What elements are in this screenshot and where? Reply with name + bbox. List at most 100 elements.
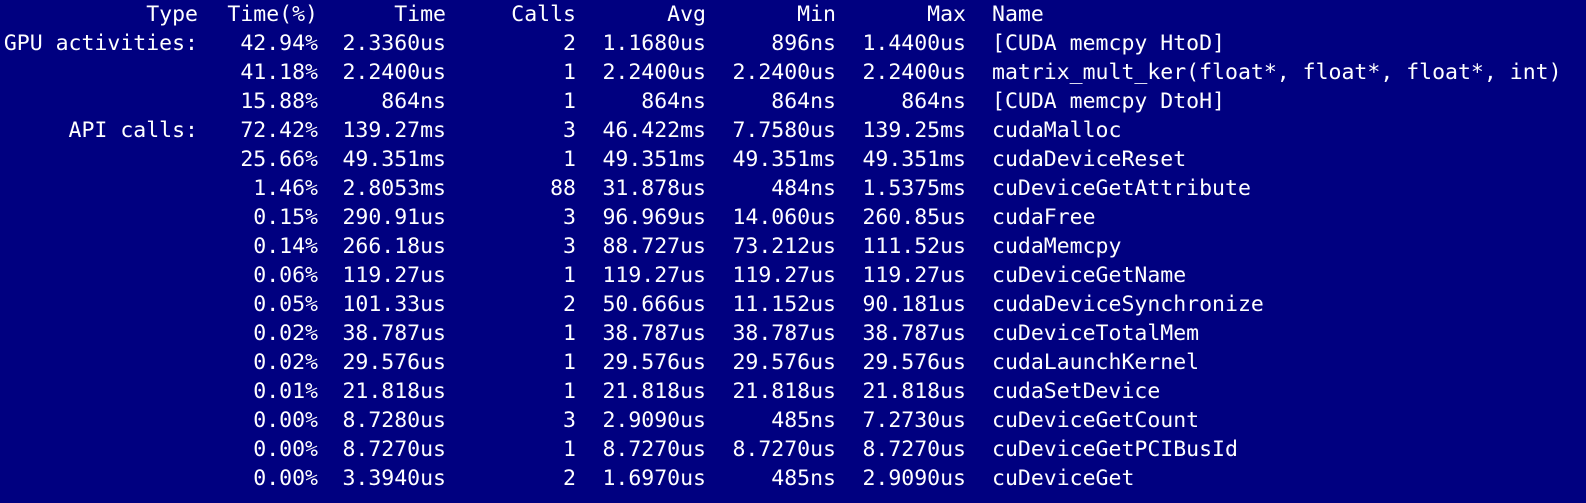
- cell-max: 7.2730us: [862, 408, 966, 433]
- cell-max: 2.9090us: [862, 466, 966, 491]
- header-calls: Calls: [511, 2, 576, 27]
- profiler-table: Type Time(%) Time Calls Avg Min Max Name…: [0, 0, 1586, 493]
- header-time: Time: [394, 2, 446, 27]
- cell-avg: 46.422ms: [602, 118, 706, 143]
- cell-name: cudaMemcpy: [992, 234, 1122, 259]
- cell-time: 2.2400us: [342, 60, 446, 85]
- cell-min: 38.787us: [732, 321, 836, 346]
- header-min: Min: [797, 2, 836, 27]
- cell-max: 111.52us: [862, 234, 966, 259]
- cell-calls: 3: [563, 234, 576, 259]
- header-time-pct: Time(%): [227, 2, 318, 27]
- cell-avg: 21.818us: [602, 379, 706, 404]
- cell-max: 139.25ms: [862, 118, 966, 143]
- table-row: 0.14% 266.18us 3 88.727us 73.212us 111.52us cu…: [0, 232, 1586, 261]
- cell-calls: 1: [563, 321, 576, 346]
- cell-time: 8.7270us: [342, 437, 446, 462]
- cell-time: 119.27us: [342, 263, 446, 288]
- cell-calls: 1: [563, 437, 576, 462]
- table-row: 41.18% 2.2400us 1 2.2400us 2.2400us 2.2400us m…: [0, 58, 1586, 87]
- cell-name: cuDeviceGetAttribute: [992, 176, 1251, 201]
- cell-name: cudaDeviceReset: [992, 147, 1187, 172]
- cell-name: cudaSetDevice: [992, 379, 1161, 404]
- cell-max: 260.85us: [862, 205, 966, 230]
- header-avg: Avg: [667, 2, 706, 27]
- cell-avg: 29.576us: [602, 350, 706, 375]
- table-row: 0.00% 3.3940us 2 1.6970us 485ns 2.9090us cuDev…: [0, 464, 1586, 493]
- header-type: Type: [146, 2, 198, 27]
- cell-min: 7.7580us: [732, 118, 836, 143]
- cell-min: 896ns: [771, 31, 836, 56]
- cell-avg: 49.351ms: [602, 147, 706, 172]
- cell-name: cuDeviceGet: [992, 466, 1135, 491]
- cell-min: 484ns: [771, 176, 836, 201]
- cell-name: cudaMalloc: [992, 118, 1122, 143]
- cell-time-pct: 1.46%: [253, 176, 318, 201]
- cell-type: API calls:: [68, 118, 198, 143]
- cell-name: cudaDeviceSynchronize: [992, 292, 1264, 317]
- cell-time-pct: 0.01%: [253, 379, 318, 404]
- cell-min: 21.818us: [732, 379, 836, 404]
- table-row: 0.00% 8.7280us 3 2.9090us 485ns 7.2730us cuDev…: [0, 406, 1586, 435]
- cell-min: 119.27us: [732, 263, 836, 288]
- cell-time-pct: 72.42%: [240, 118, 318, 143]
- table-row: 0.06% 119.27us 1 119.27us 119.27us 119.27us cu…: [0, 261, 1586, 290]
- cell-max: 38.787us: [862, 321, 966, 346]
- cell-calls: 2: [563, 466, 576, 491]
- cell-time-pct: 0.14%: [253, 234, 318, 259]
- cell-time-pct: 0.02%: [253, 350, 318, 375]
- cell-time-pct: 0.06%: [253, 263, 318, 288]
- cell-type: [0, 319, 198, 348]
- cell-max: 119.27us: [862, 263, 966, 288]
- cell-calls: 1: [563, 379, 576, 404]
- cell-type: [0, 464, 198, 493]
- cell-type: [0, 174, 198, 203]
- cell-avg: 50.666us: [602, 292, 706, 317]
- cell-time: 2.8053ms: [342, 176, 446, 201]
- cell-time-pct: 42.94%: [240, 31, 318, 56]
- cell-max: 90.181us: [862, 292, 966, 317]
- table-row: GPU activities: 42.94% 2.3360us 2 1.1680us 89…: [0, 29, 1586, 58]
- cell-min: 864ns: [771, 89, 836, 114]
- table-row: 0.00% 8.7270us 1 8.7270us 8.7270us 8.7270us cu…: [0, 435, 1586, 464]
- table-row: 0.05% 101.33us 2 50.666us 11.152us 90.181us cu…: [0, 290, 1586, 319]
- cell-avg: 2.2400us: [602, 60, 706, 85]
- cell-max: 864ns: [901, 89, 966, 114]
- table-row: API calls: 72.42% 139.27ms 3 46.422ms 7.7580u…: [0, 116, 1586, 145]
- cell-name: [CUDA memcpy DtoH]: [992, 89, 1225, 114]
- cell-time-pct: 0.05%: [253, 292, 318, 317]
- cell-avg: 96.969us: [602, 205, 706, 230]
- cell-max: 49.351ms: [862, 147, 966, 172]
- cell-time-pct: 0.00%: [253, 466, 318, 491]
- cell-time: 266.18us: [342, 234, 446, 259]
- cell-avg: 119.27us: [602, 263, 706, 288]
- table-row: 0.02% 38.787us 1 38.787us 38.787us 38.787us cu…: [0, 319, 1586, 348]
- cell-min: 485ns: [771, 466, 836, 491]
- table-row: 0.01% 21.818us 1 21.818us 21.818us 21.818us cu…: [0, 377, 1586, 406]
- cell-name: cudaFree: [992, 205, 1096, 230]
- cell-name: cuDeviceGetName: [992, 263, 1187, 288]
- cell-time-pct: 0.15%: [253, 205, 318, 230]
- cell-type: [0, 58, 198, 87]
- cell-time: 864ns: [381, 89, 446, 114]
- terminal-window: Type Time(%) Time Calls Avg Min Max Name…: [0, 0, 1586, 503]
- cell-calls: 1: [563, 263, 576, 288]
- cell-time: 21.818us: [342, 379, 446, 404]
- cell-time-pct: 0.00%: [253, 408, 318, 433]
- cell-calls: 3: [563, 205, 576, 230]
- cell-type: GPU activities:: [3, 31, 198, 56]
- cell-avg: 31.878us: [602, 176, 706, 201]
- cell-avg: 1.6970us: [602, 466, 706, 491]
- cell-name: cuDeviceTotalMem: [992, 321, 1200, 346]
- cell-max: 29.576us: [862, 350, 966, 375]
- cell-calls: 88: [550, 176, 576, 201]
- table-row: 1.46% 2.8053ms 88 31.878us 484ns 1.5375ms cuDe…: [0, 174, 1586, 203]
- cell-time: 3.3940us: [342, 466, 446, 491]
- cell-name: matrix_mult_ker(float*, float*, float*, …: [992, 60, 1562, 85]
- cell-type: [0, 232, 198, 261]
- cell-time-pct: 0.00%: [253, 437, 318, 462]
- cell-type: [0, 261, 198, 290]
- cell-min: 73.212us: [732, 234, 836, 259]
- cell-max: 8.7270us: [862, 437, 966, 462]
- cell-time: 8.7280us: [342, 408, 446, 433]
